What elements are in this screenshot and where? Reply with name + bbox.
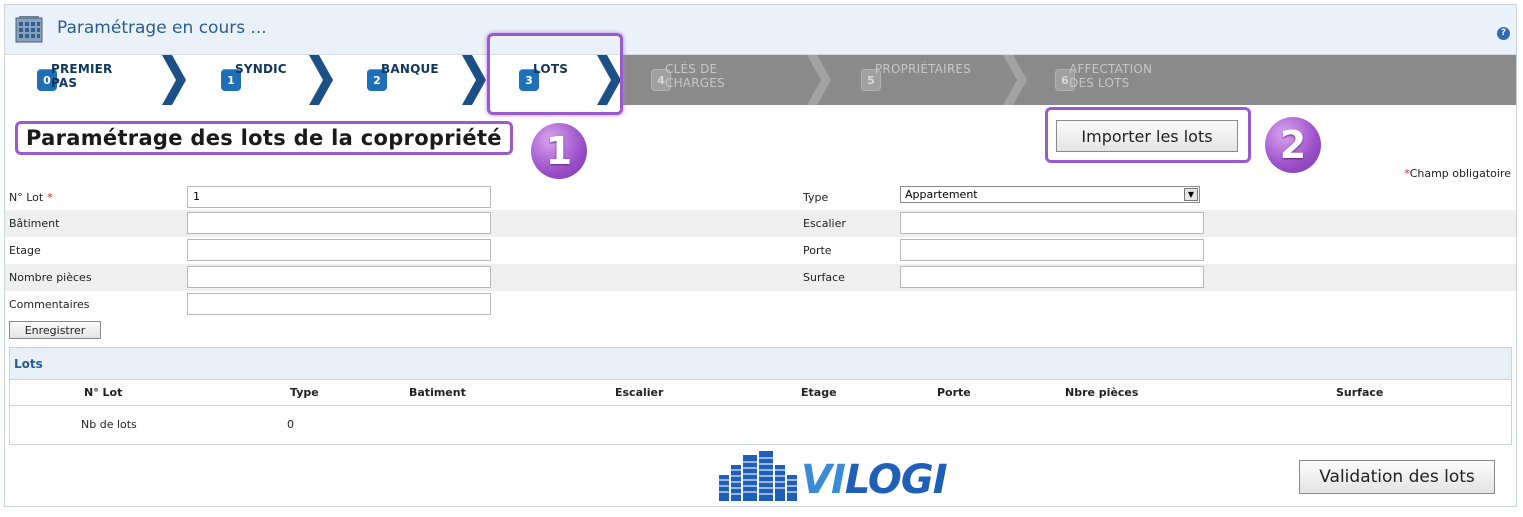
step-label: CLÉS DE CHARGES [665,62,725,90]
step-highlight-annotation [487,33,623,115]
form-row: Bâtiment Escalier [5,210,1516,237]
column-header[interactable]: N° Lot [84,386,122,399]
surface-label: Surface [803,271,845,284]
building-icon [15,16,43,43]
etage-input[interactable] [187,239,491,261]
chevron-right-icon [162,55,186,105]
page-header-title: Paramétrage en cours ... [57,18,267,38]
vilogi-logo: VILOGI [717,447,967,503]
help-icon[interactable]: ? [1497,27,1510,40]
logo-wordmark: VILOGI [801,457,948,503]
header: Paramétrage en cours ... ? [5,5,1516,55]
chevron-right-icon [309,55,333,105]
lots-table-header: N° Lot Type Batiment Escalier Etage Port… [10,380,1511,406]
chevron-right-icon [462,55,486,105]
escalier-input[interactable] [900,212,1204,234]
step-label: PROPRIÉTAIRES [875,62,971,76]
column-header[interactable]: Porte [937,386,971,399]
required-field-note: *Champ obligatoire [1404,167,1511,180]
step-label: BANQUE [381,62,439,76]
page-title: Paramétrage des lots de la copropriété [15,121,513,155]
column-header[interactable]: Surface [1336,386,1383,399]
form-row: Etage Porte [5,237,1516,264]
commentaires-input[interactable] [187,293,491,315]
batiment-input[interactable] [187,212,491,234]
lots-count-label: Nb de lots [81,418,137,431]
etage-label: Etage [9,244,41,257]
step-proprietaires: 5 PROPRIÉTAIRES [861,55,971,105]
chevron-right-icon [1003,55,1027,105]
form-row: Commentaires [5,291,1516,318]
lot-number-input[interactable]: 1 [187,186,491,208]
column-header[interactable]: Nbre pièces [1065,386,1138,399]
lots-count-value: 0 [287,418,294,431]
porte-label: Porte [803,244,832,257]
commentaires-label: Commentaires [9,298,90,311]
step-premier-pas[interactable]: 0 PREMIER PAS [37,55,112,105]
step-label: PREMIER PAS [51,62,113,90]
chevron-right-icon [807,55,831,105]
form-row: Nombre pièces Surface [5,264,1516,291]
type-label: Type [803,191,829,204]
buildings-logo-icon [719,451,797,501]
lots-panel-title: Lots [10,348,1511,380]
batiment-label: Bâtiment [9,217,60,230]
form-row: N° Lot * 1 Type Appartement ▼ [5,184,1516,211]
porte-input[interactable] [900,239,1204,261]
escalier-label: Escalier [803,217,846,230]
import-lots-button[interactable]: Importer les lots [1056,120,1238,152]
save-button[interactable]: Enregistrer [9,321,101,339]
step-label: SYNDIC [235,62,287,76]
wizard-stepbar: 0 PREMIER PAS 1 SYNDIC 2 BANQUE 3 LOTS 4… [5,55,1516,105]
main-window: Paramétrage en cours ... ? 0 PREMIER PAS… [4,4,1517,507]
column-header[interactable]: Etage [801,386,837,399]
type-select[interactable]: Appartement ▼ [900,186,1200,203]
validate-lots-button[interactable]: Validation des lots [1299,460,1495,494]
column-header[interactable]: Type [290,386,319,399]
nombre-pieces-label: Nombre pièces [9,271,92,284]
column-header[interactable]: Batiment [409,386,466,399]
surface-input[interactable] [900,266,1204,288]
step-syndic[interactable]: 1 SYNDIC [221,55,287,105]
step-cles-de-charges: 4 CLÉS DE CHARGES [651,55,725,105]
step-affectation-des-lots: 6 AFFECTATION DES LOTS [1055,55,1152,105]
import-highlight-annotation: Importer les lots [1045,107,1251,163]
step-label: AFFECTATION DES LOTS [1069,62,1153,90]
annotation-badge-1: 1 [531,123,587,179]
chevron-down-icon[interactable]: ▼ [1184,188,1198,201]
step-banque[interactable]: 2 BANQUE [367,55,439,105]
annotation-badge-2: 2 [1265,117,1321,173]
lots-panel: Lots N° Lot Type Batiment Escalier Etage… [9,347,1512,445]
lot-label: N° Lot * [9,191,53,204]
nombre-pieces-input[interactable] [187,266,491,288]
column-header[interactable]: Escalier [615,386,663,399]
